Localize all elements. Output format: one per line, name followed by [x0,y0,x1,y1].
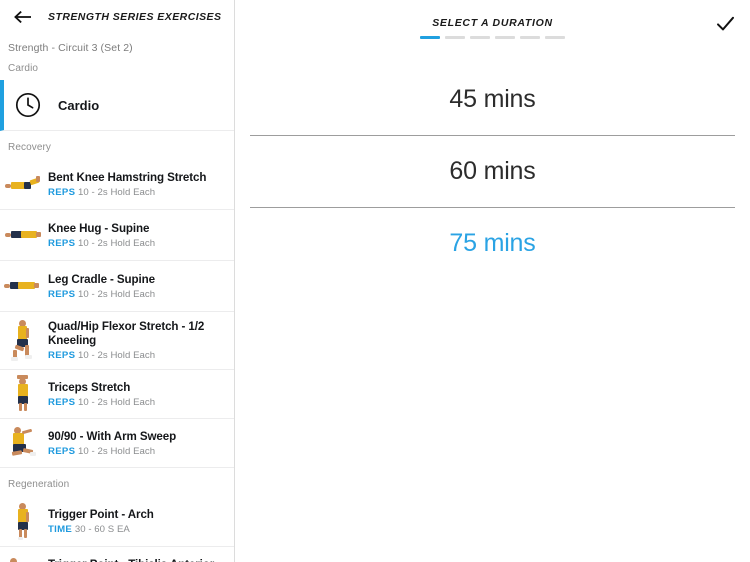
metric-detail: 10 - 2s Hold Each [78,445,156,457]
exercise-thumbnail [0,214,46,256]
exercise-info: Leg Cradle - Supine REPS 10 - 2s Hold Ea… [46,273,226,300]
metric-label: REPS [48,288,76,300]
exercise-name: Bent Knee Hamstring Stretch [48,170,207,184]
list-item[interactable]: Leg Cradle - Supine REPS 10 - 2s Hold Ea… [0,261,234,312]
exercise-name: Trigger Point - Tibialis Anterior [48,558,226,562]
section-header-regeneration: Regeneration [8,479,70,490]
list-item[interactable]: Knee Hug - Supine REPS 10 - 2s Hold Each [0,210,234,261]
exercise-name: Knee Hug - Supine [48,221,150,235]
exercise-meta: REPS 10 - 2s Hold Each [48,446,226,457]
progress-step-6 [545,36,565,39]
section-header-recovery: Recovery [8,142,52,153]
duration-panel: SELECT A DURATION 45 mins 60 mins 75 min… [235,0,750,562]
exercise-meta: REPS 10 - 2s Hold Each [48,238,226,249]
exercise-name: Trigger Point - Arch [48,507,154,521]
app-root: STRENGTH SERIES EXERCISES Strength - Cir… [0,0,750,562]
exercise-name: Triceps Stretch [48,380,131,394]
exercise-thumbnail [0,500,46,542]
cardio-label: Cardio [58,97,100,113]
exercise-info: Knee Hug - Supine REPS 10 - 2s Hold Each [46,222,226,249]
exercise-info: Trigger Point - Tibialis Anterior TIME 3… [46,558,226,562]
metric-detail: 10 - 2s Hold Each [78,396,156,408]
progress-step-1 [420,36,440,39]
exercise-meta: REPS 10 - 2s Hold Each [48,350,226,361]
exercise-info: Bent Knee Hamstring Stretch REPS 10 - 2s… [46,171,226,198]
progress-step-2 [445,36,465,39]
exercise-thumbnail [0,423,46,463]
metric-label: REPS [48,350,76,361]
progress-step-4 [495,36,515,39]
exercise-meta: TIME 30 - 60 S EA [48,524,226,535]
sidebar-item-cardio[interactable]: Cardio [0,80,234,131]
sidebar-header: STRENGTH SERIES EXERCISES [0,0,234,34]
list-item[interactable]: 90/90 - With Arm Sweep REPS 10 - 2s Hold… [0,419,234,468]
exercise-name: Quad/Hip Flexor Stretch - 1/2 Kneeling [48,320,205,347]
duration-header: SELECT A DURATION [235,0,750,46]
metric-detail: 30 - 60 S EA [74,523,130,535]
exercise-info: 90/90 - With Arm Sweep REPS 10 - 2s Hold… [46,430,226,457]
exercise-info: Triceps Stretch REPS 10 - 2s Hold Each [46,381,226,408]
exercise-info: Trigger Point - Arch TIME 30 - 60 S EA [46,508,226,535]
exercise-thumbnail [0,163,46,205]
metric-label: REPS [48,445,76,457]
list-item[interactable]: Quad/Hip Flexor Stretch - 1/2 Kneeling R… [0,312,234,370]
metric-label: REPS [48,396,76,408]
duration-option-75[interactable]: 75 mins [235,208,750,279]
progress-steps [420,36,565,39]
exercise-meta: REPS 10 - 2s Hold Each [48,289,226,300]
list-item[interactable]: Triceps Stretch REPS 10 - 2s Hold Each [0,370,234,419]
sidebar-title: STRENGTH SERIES EXERCISES [48,11,222,23]
metric-detail: 10 - 2s Hold Each [78,186,156,198]
progress-step-3 [470,36,490,39]
exercise-name: 90/90 - With Arm Sweep [48,429,177,443]
circuit-label: Strength - Circuit 3 (Set 2) [8,42,133,54]
list-item[interactable]: Trigger Point - Tibialis Anterior TIME 3… [0,547,234,562]
duration-header-inner: SELECT A DURATION [420,0,565,39]
exercise-thumbnail [0,374,46,414]
list-item[interactable]: Trigger Point - Arch TIME 30 - 60 S EA [0,496,234,547]
page-title: SELECT A DURATION [432,17,553,29]
duration-option-45[interactable]: 45 mins [235,64,750,135]
exercise-info: Quad/Hip Flexor Stretch - 1/2 Kneeling R… [46,320,226,361]
metric-detail: 10 - 2s Hold Each [78,288,156,300]
exercise-thumbnail [0,318,46,364]
metric-label: REPS [48,237,76,249]
exercise-thumbnail [0,552,46,562]
progress-step-5 [520,36,540,39]
exercise-meta: REPS 10 - 2s Hold Each [48,187,226,198]
metric-label: TIME [48,523,73,535]
arrow-left-icon[interactable] [12,6,34,28]
metric-detail: 10 - 2s Hold Each [78,350,156,361]
metric-label: REPS [48,186,76,198]
exercise-sidebar: STRENGTH SERIES EXERCISES Strength - Cir… [0,0,235,562]
exercise-name: Leg Cradle - Supine [48,272,155,286]
check-icon[interactable] [714,13,736,35]
clock-icon [4,84,52,126]
exercise-meta: REPS 10 - 2s Hold Each [48,397,226,408]
exercise-thumbnail [0,265,46,307]
metric-detail: 10 - 2s Hold Each [78,237,156,249]
section-header-cardio: Cardio [8,63,39,74]
list-item[interactable]: Bent Knee Hamstring Stretch REPS 10 - 2s… [0,159,234,210]
duration-options: 45 mins 60 mins 75 mins [235,64,750,279]
duration-option-60[interactable]: 60 mins [235,136,750,207]
